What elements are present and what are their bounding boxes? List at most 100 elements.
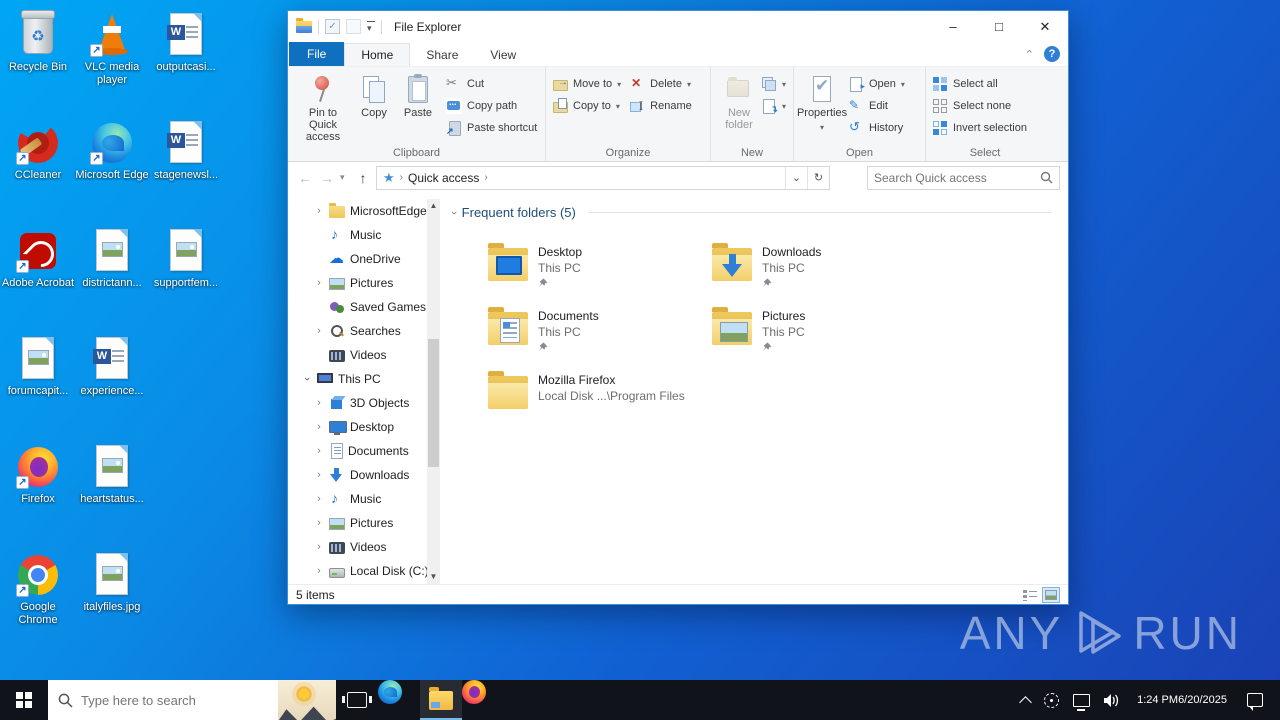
- hidden-icons-button[interactable]: [1014, 680, 1037, 720]
- chevron-down-icon[interactable]: ›: [301, 374, 313, 384]
- nav-item-music[interactable]: ›Music: [288, 223, 440, 247]
- properties-qat-icon[interactable]: ✓: [325, 19, 340, 34]
- open-button[interactable]: Open▾: [848, 75, 905, 93]
- chevron-right-icon[interactable]: ›: [314, 517, 324, 529]
- minimize-button[interactable]: –: [930, 11, 976, 42]
- desktop-icon-heartstatus[interactable]: heartstatus...: [74, 444, 150, 506]
- desktop-icon-italyfiles[interactable]: italyfiles.jpg: [74, 552, 150, 614]
- new-item-button[interactable]: ▾: [761, 75, 786, 93]
- tray-status-button[interactable]: [1037, 680, 1066, 720]
- refresh-icon[interactable]: ↻: [807, 167, 829, 189]
- taskbar-firefox-button[interactable]: [462, 680, 504, 720]
- desktop-icon-districtann[interactable]: districtann...: [74, 228, 150, 290]
- copy-button[interactable]: Copy: [352, 71, 396, 119]
- desktop-icon-recycle-bin[interactable]: Recycle Bin: [0, 12, 76, 74]
- network-button[interactable]: [1066, 680, 1097, 720]
- edit-button[interactable]: Edit: [848, 97, 905, 115]
- chevron-right-icon[interactable]: ›: [314, 445, 324, 457]
- customize-toolbar-icon[interactable]: ▾: [367, 21, 375, 32]
- forward-button[interactable]: →: [318, 170, 336, 186]
- tab-view[interactable]: View: [474, 44, 532, 66]
- taskbar-search[interactable]: [48, 680, 336, 720]
- tab-home[interactable]: Home: [344, 43, 410, 66]
- rename-button[interactable]: Rename: [629, 97, 692, 115]
- chevron-down-icon[interactable]: ›: [448, 211, 460, 215]
- desktop-icon-firefox[interactable]: ↗ Firefox: [0, 444, 76, 506]
- address-dropdown-icon[interactable]: ⌄: [785, 167, 807, 189]
- search-highlight-weather-image[interactable]: [278, 680, 336, 720]
- chevron-right-icon[interactable]: ›: [314, 277, 324, 289]
- chevron-right-icon[interactable]: ›: [314, 421, 324, 433]
- pin-to-quick-access-button[interactable]: Pin to Quick access: [294, 71, 352, 143]
- clock[interactable]: 1:24 PM 6/20/2025: [1129, 680, 1235, 720]
- maximize-button[interactable]: □: [976, 11, 1022, 42]
- nav-item-microsoftedge[interactable]: ›MicrosoftEdge: [288, 199, 440, 223]
- nav-item-music-pc[interactable]: ›Music: [288, 487, 440, 511]
- action-center-button[interactable]: [1235, 680, 1275, 720]
- desktop-icon-outputcasi[interactable]: W outputcasi...: [148, 12, 224, 74]
- desktop-icon-edge[interactable]: ↗ Microsoft Edge: [74, 120, 150, 182]
- tile-desktop[interactable]: DesktopThis PC: [488, 244, 700, 296]
- scroll-up-icon[interactable]: ▲: [427, 199, 440, 213]
- nav-scrollbar[interactable]: ▲ ▼: [427, 199, 440, 584]
- copy-path-button[interactable]: Copy path: [446, 97, 537, 115]
- paste-shortcut-button[interactable]: Paste shortcut: [446, 119, 537, 137]
- search-input[interactable]: [874, 171, 1040, 185]
- delete-button[interactable]: Delete▾: [629, 75, 692, 93]
- select-all-button[interactable]: Select all: [932, 75, 1027, 93]
- search-box[interactable]: [867, 166, 1060, 190]
- tab-share[interactable]: Share: [410, 44, 474, 66]
- large-icons-view-button[interactable]: [1042, 587, 1060, 603]
- nav-item-videos-pc[interactable]: ›Videos: [288, 535, 440, 559]
- nav-item-3d-objects[interactable]: ›3D Objects: [288, 391, 440, 415]
- desktop-icon-acrobat[interactable]: ↗ Adobe Acrobat: [0, 228, 76, 290]
- nav-item-pictures[interactable]: ›Pictures: [288, 271, 440, 295]
- desktop-icon-experience[interactable]: W experience...: [74, 336, 150, 398]
- help-icon[interactable]: ?: [1044, 46, 1060, 62]
- nav-item-local-disk-c[interactable]: ›Local Disk (C:): [288, 559, 440, 583]
- easy-access-button[interactable]: ▾: [761, 97, 786, 115]
- taskbar-file-explorer-button[interactable]: [420, 680, 462, 720]
- move-to-button[interactable]: Move to▾: [552, 75, 621, 93]
- title-bar[interactable]: ✓ ▾ File Explorer – □ ✕: [288, 11, 1068, 42]
- chevron-right-icon[interactable]: ›: [314, 469, 324, 481]
- address-bar[interactable]: ★ › Quick access › ⌄ ↻: [376, 166, 830, 190]
- up-button[interactable]: ↑: [354, 170, 372, 186]
- frequent-folders-header[interactable]: › Frequent folders (5): [452, 205, 1052, 220]
- nav-item-this-pc[interactable]: ›This PC: [288, 367, 440, 391]
- paste-button[interactable]: Paste: [396, 71, 440, 119]
- breadcrumb[interactable]: Quick access: [408, 171, 479, 185]
- back-button[interactable]: ←: [296, 170, 314, 186]
- nav-item-desktop[interactable]: ›Desktop: [288, 415, 440, 439]
- properties-button[interactable]: Properties ▾: [800, 71, 844, 134]
- nav-item-searches[interactable]: ›Searches: [288, 319, 440, 343]
- tab-file[interactable]: File: [289, 42, 344, 66]
- select-none-button[interactable]: Select none: [932, 97, 1027, 115]
- nav-item-downloads[interactable]: ›Downloads: [288, 463, 440, 487]
- desktop-icon-supportfem[interactable]: supportfem...: [148, 228, 224, 290]
- tile-mozilla-firefox[interactable]: Mozilla FirefoxLocal Disk ...\Program Fi…: [488, 372, 700, 424]
- taskbar-edge-button[interactable]: [378, 680, 420, 720]
- nav-item-videos[interactable]: ›Videos: [288, 343, 440, 367]
- task-view-button[interactable]: [336, 680, 378, 720]
- chevron-right-icon[interactable]: ›: [314, 541, 324, 553]
- scrollbar-thumb[interactable]: [428, 339, 439, 467]
- chevron-right-icon[interactable]: ›: [314, 493, 324, 505]
- desktop-icon-vlc[interactable]: ↗ VLC media player: [74, 12, 150, 87]
- tile-downloads[interactable]: DownloadsThis PC: [712, 244, 924, 296]
- chevron-right-icon[interactable]: ›: [314, 565, 324, 577]
- chevron-right-icon[interactable]: ›: [314, 325, 324, 337]
- recent-locations-icon[interactable]: ▾: [340, 172, 350, 183]
- new-folder-qat-icon[interactable]: [346, 19, 361, 34]
- close-button[interactable]: ✕: [1022, 11, 1068, 42]
- copy-to-button[interactable]: Copy to▾: [552, 97, 621, 115]
- invert-selection-button[interactable]: Invert selection: [932, 119, 1027, 137]
- desktop-icon-forumcapit[interactable]: forumcapit...: [0, 336, 76, 398]
- start-button[interactable]: [0, 680, 48, 720]
- nav-item-documents[interactable]: ›Documents: [288, 439, 440, 463]
- desktop-icon-stagenewsl[interactable]: W stagenewsl...: [148, 120, 224, 182]
- new-folder-button[interactable]: New folder: [717, 71, 761, 131]
- desktop-icon-chrome[interactable]: ↗ Google Chrome: [0, 552, 76, 627]
- tile-documents[interactable]: DocumentsThis PC: [488, 308, 700, 360]
- chevron-right-icon[interactable]: ›: [314, 397, 324, 409]
